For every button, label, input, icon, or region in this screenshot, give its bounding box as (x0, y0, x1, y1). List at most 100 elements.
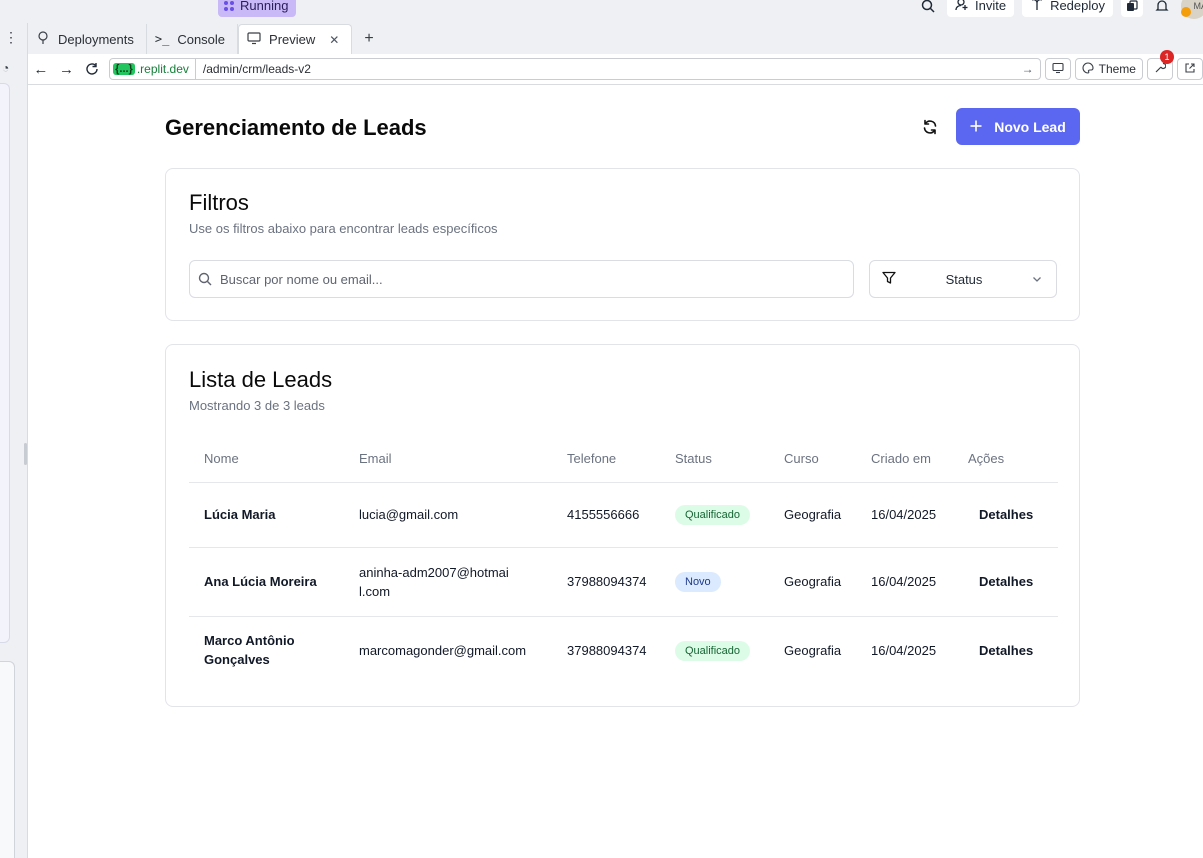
terminal-icon: >_ (154, 32, 170, 46)
lead-course: Geografia (769, 482, 856, 548)
search-icon[interactable] (917, 0, 939, 17)
column-header-course[interactable]: Curso (769, 435, 856, 483)
leads-card: Lista de Leads Mostrando 3 de 3 leads No… (165, 344, 1080, 707)
user-avatar[interactable]: MA (1181, 0, 1203, 19)
url-host-text: .replit.dev (136, 62, 189, 76)
palette-icon (1082, 61, 1094, 77)
lead-email: aninha-adm2007@hotmail.com (344, 547, 552, 617)
column-header-phone[interactable]: Telefone (552, 435, 660, 483)
theme-button[interactable]: Theme (1074, 58, 1143, 80)
status-select[interactable]: Status (869, 260, 1057, 298)
bell-icon[interactable] (1151, 0, 1173, 17)
column-header-created[interactable]: Criado em (856, 435, 953, 483)
open-external-button[interactable] (1176, 58, 1203, 80)
page-title: Gerenciamento de Leads (165, 115, 427, 140)
status-badge: Novo (675, 572, 721, 592)
url-input[interactable]: {...} .replit.dev /admin/crm/leads-v2 → (109, 58, 1041, 80)
lead-course: Geografia (769, 547, 856, 617)
avatar-initials: MA (1193, 0, 1203, 11)
url-path: /admin/crm/leads-v2 (202, 62, 311, 76)
search-icon (190, 272, 220, 286)
filters-subtitle: Use os filtros abaixo para encontrar lea… (189, 221, 498, 236)
url-host: {...} .replit.dev (110, 59, 196, 79)
lead-name: Lúcia Maria (189, 482, 344, 548)
invite-button[interactable]: Invite (946, 0, 1015, 17)
run-status-label: Running (240, 0, 289, 13)
column-header-status[interactable]: Status (660, 435, 769, 483)
add-user-icon (955, 0, 969, 14)
lead-created: 16/04/2025 (856, 547, 953, 617)
tab-label: Console (177, 31, 226, 47)
lead-phone: 37988094374 (567, 642, 647, 658)
copy-icon[interactable] (1121, 0, 1143, 17)
tab-preview[interactable]: Preview ✕ (238, 24, 353, 54)
left-panel-strip: ⋮ ◔ (0, 23, 28, 858)
tab-deployments[interactable]: Deployments (28, 24, 147, 54)
lead-created: 16/04/2025 (871, 642, 937, 658)
new-lead-button[interactable]: Novo Lead (956, 108, 1080, 145)
preview-urlbar: ← → {...} .replit.dev /admin/crm/leads-v… (28, 50, 1203, 85)
status-select-label: Status (945, 271, 983, 287)
tab-label: Deployments (58, 31, 134, 47)
tab-label: Preview (269, 32, 316, 47)
filters-card: Filtros Use os filtros abaixo para encon… (165, 168, 1080, 321)
replit-topbar: Running Invite Redeploy MA (0, 0, 1203, 23)
table-header-row: Nome Email Telefone Status Curso Criado … (189, 435, 1058, 483)
theme-label: Theme (1098, 62, 1136, 76)
table-row[interactable]: Marco Antônio Gonçalves marcomagonder@gm… (189, 616, 1058, 684)
lead-course: Geografia (784, 642, 842, 658)
lead-name: Ana Lúcia Moreira (189, 547, 344, 617)
lead-phone: 37988094374 (552, 547, 660, 617)
gauge-icon[interactable]: ◔ (2, 61, 9, 75)
resize-handle[interactable] (24, 443, 27, 465)
column-header-name[interactable]: Nome (189, 435, 344, 483)
details-button[interactable]: Detalhes (953, 482, 1058, 548)
plus-icon (970, 119, 982, 135)
tab-console[interactable]: >_ Console (147, 24, 239, 54)
refresh-icon (922, 119, 938, 140)
preview-app: Gerenciamento de Leads Novo Lead Filtros… (29, 86, 1203, 858)
table-row[interactable]: Ana Lúcia Moreira aninha-adm2007@hotmail… (189, 547, 1058, 617)
lead-status-cell: Novo (660, 547, 769, 617)
forward-icon[interactable]: → (54, 56, 80, 82)
search-field (189, 260, 854, 298)
chevron-down-icon (1032, 272, 1042, 287)
search-input[interactable] (220, 271, 820, 287)
status-badge: Qualificado (675, 640, 751, 661)
details-button[interactable]: Detalhes (953, 616, 1058, 684)
lead-name-text: Marco Antônio Gonçalves (204, 633, 295, 668)
left-panel (0, 83, 10, 643)
monitor-icon (1052, 62, 1064, 77)
status-badge: Qualificado (675, 505, 751, 525)
add-tab-button[interactable]: + (352, 24, 385, 54)
refresh-button[interactable] (917, 116, 943, 142)
leads-title: Lista de Leads (189, 367, 333, 392)
filters-title: Filtros (189, 190, 249, 215)
table-row[interactable]: Lúcia Maria lucia@gmail.com 4155556666 Q… (189, 482, 1058, 548)
devtools-button[interactable] (1044, 58, 1071, 80)
reload-icon[interactable] (79, 56, 105, 82)
back-icon[interactable]: ← (28, 56, 54, 82)
leads-subtitle: Mostrando 3 de 3 leads (189, 398, 325, 413)
new-lead-label: Novo Lead (994, 118, 1066, 135)
lead-status-cell: Qualificado (660, 616, 769, 684)
go-arrow-icon[interactable]: → (1022, 62, 1040, 76)
left-panel-lower (0, 661, 15, 858)
lead-phone: 4155556666 (552, 482, 660, 548)
details-button[interactable]: Detalhes (953, 547, 1058, 617)
lead-email: marcomagonder@gmail.com (359, 642, 527, 658)
redeploy-button[interactable]: Redeploy (1022, 0, 1113, 17)
external-link-icon (1184, 62, 1196, 77)
tools-button[interactable]: 1 (1146, 50, 1174, 80)
lead-name: Marco Antônio Gonçalves (189, 616, 344, 684)
column-header-email[interactable]: Email (344, 435, 552, 483)
deployments-icon (36, 30, 50, 48)
run-status-button[interactable]: Running (218, 0, 297, 17)
lead-created: 16/04/2025 (856, 482, 953, 548)
more-options-icon[interactable]: ⋮ (4, 29, 18, 46)
notification-badge: 1 (1159, 50, 1174, 64)
leads-table: Nome Email Telefone Status Curso Criado … (189, 435, 1058, 684)
close-icon[interactable]: ✕ (329, 33, 339, 47)
column-header-actions: Ações (953, 435, 1058, 483)
lead-email: lucia@gmail.com (344, 482, 552, 548)
